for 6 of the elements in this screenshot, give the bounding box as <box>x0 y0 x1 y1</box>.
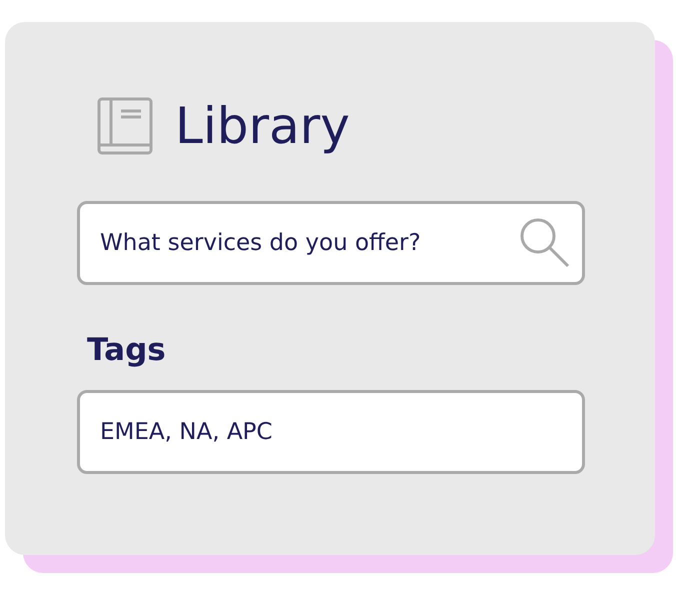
library-title: Library <box>175 101 350 151</box>
tags-field[interactable]: EMEA, NA, APC <box>77 390 585 474</box>
book-icon <box>97 97 153 155</box>
search-icon <box>519 217 571 269</box>
tags-label: Tags <box>87 335 167 366</box>
search-field[interactable]: What services do you offer? <box>77 201 585 285</box>
